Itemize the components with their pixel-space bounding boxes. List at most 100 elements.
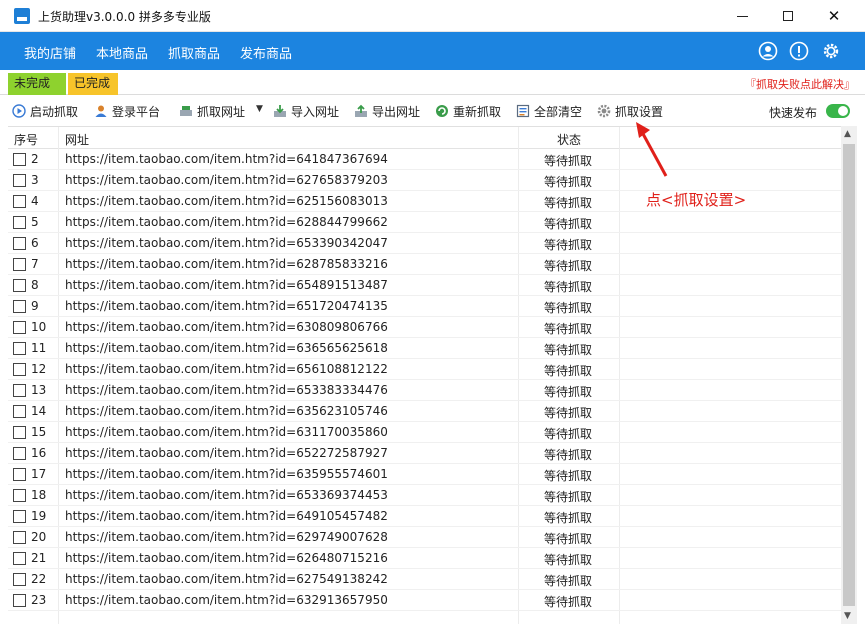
refetch-button[interactable]: 重新抓取: [435, 102, 501, 120]
menu-fetch-products[interactable]: 抓取商品: [168, 43, 220, 62]
fetch-url-dropdown-icon[interactable]: ▼: [256, 104, 263, 114]
table-row[interactable]: 12 https://item.taobao.com/item.htm?id=65…: [8, 359, 841, 380]
row-index: 7: [31, 257, 39, 271]
row-url: https://item.taobao.com/item.htm?id=6365…: [65, 341, 388, 355]
row-index: 10: [31, 320, 47, 334]
export-url-button[interactable]: 导出网址: [354, 102, 420, 120]
import-url-button[interactable]: 导入网址: [273, 102, 339, 120]
row-url: https://item.taobao.com/item.htm?id=6359…: [65, 467, 388, 481]
row-checkbox[interactable]: [13, 153, 26, 166]
row-url: https://item.taobao.com/item.htm?id=6275…: [65, 572, 388, 586]
login-platform-label: 登录平台: [112, 104, 161, 119]
row-index: 4: [31, 194, 39, 208]
close-button[interactable]: ✕: [811, 0, 857, 32]
table-row[interactable]: 15 https://item.taobao.com/item.htm?id=63…: [8, 422, 841, 443]
row-checkbox[interactable]: [13, 447, 26, 460]
table-row[interactable]: 10 https://item.taobao.com/item.htm?id=63…: [8, 317, 841, 338]
row-checkbox[interactable]: [13, 321, 26, 334]
row-checkbox[interactable]: [13, 363, 26, 376]
row-checkbox[interactable]: [13, 174, 26, 187]
row-checkbox[interactable]: [13, 531, 26, 544]
row-checkbox[interactable]: [13, 489, 26, 502]
header-index[interactable]: 序号: [14, 131, 38, 148]
gear-icon[interactable]: [821, 41, 841, 61]
maximize-icon: [783, 11, 793, 21]
table-row[interactable]: 13 https://item.taobao.com/item.htm?id=65…: [8, 380, 841, 401]
row-index: 8: [31, 278, 39, 292]
row-checkbox[interactable]: [13, 384, 26, 397]
table-row[interactable]: 17 https://item.taobao.com/item.htm?id=63…: [8, 464, 841, 485]
row-url: https://item.taobao.com/item.htm?id=6297…: [65, 530, 388, 544]
table-row[interactable]: 7 https://item.taobao.com/item.htm?id=628…: [8, 254, 841, 275]
row-checkbox[interactable]: [13, 573, 26, 586]
annotation-arrow-icon: [636, 122, 668, 177]
row-index: 15: [31, 425, 47, 439]
start-fetch-button[interactable]: 启动抓取: [12, 102, 78, 120]
table-row[interactable]: 16 https://item.taobao.com/item.htm?id=65…: [8, 443, 841, 464]
minimize-button[interactable]: [719, 0, 765, 32]
refresh-icon: [436, 105, 448, 117]
clear-all-button[interactable]: 全部清空: [516, 102, 582, 120]
row-checkbox[interactable]: [13, 279, 26, 292]
row-index: 21: [31, 551, 47, 565]
maximize-button[interactable]: [765, 0, 811, 32]
start-fetch-label: 启动抓取: [30, 104, 79, 119]
table-row[interactable]: 20 https://item.taobao.com/item.htm?id=62…: [8, 527, 841, 548]
row-status: 等待抓取: [544, 469, 593, 483]
vertical-scrollbar[interactable]: ▲ ▼: [841, 126, 857, 624]
row-checkbox[interactable]: [13, 426, 26, 439]
row-status: 等待抓取: [544, 238, 593, 252]
row-checkbox[interactable]: [13, 195, 26, 208]
table-header: 序号 网址 状态: [8, 127, 841, 149]
export-url-label: 导出网址: [372, 104, 421, 119]
row-url: https://item.taobao.com/item.htm?id=6533…: [65, 236, 388, 250]
row-url: https://item.taobao.com/item.htm?id=6356…: [65, 404, 388, 418]
settings-gear-icon: [597, 104, 611, 118]
tab-pending[interactable]: 未完成: [8, 73, 66, 95]
row-checkbox[interactable]: [13, 237, 26, 250]
row-status: 等待抓取: [544, 196, 593, 210]
row-url: https://item.taobao.com/item.htm?id=6288…: [65, 215, 388, 229]
scroll-down-icon[interactable]: ▼: [844, 611, 851, 621]
row-index: 5: [31, 215, 39, 229]
row-checkbox[interactable]: [13, 552, 26, 565]
table-row[interactable]: 3 https://item.taobao.com/item.htm?id=627…: [8, 170, 841, 191]
scroll-thumb[interactable]: [843, 144, 855, 606]
fetch-url-button[interactable]: 抓取网址: [179, 102, 245, 120]
table-row[interactable]: 8 https://item.taobao.com/item.htm?id=654…: [8, 275, 841, 296]
table-row[interactable]: 14 https://item.taobao.com/item.htm?id=63…: [8, 401, 841, 422]
table-row[interactable]: 18 https://item.taobao.com/item.htm?id=65…: [8, 485, 841, 506]
table-row[interactable]: 2 https://item.taobao.com/item.htm?id=641…: [8, 149, 841, 170]
table-row[interactable]: 22 https://item.taobao.com/item.htm?id=62…: [8, 569, 841, 590]
row-checkbox[interactable]: [13, 405, 26, 418]
row-checkbox[interactable]: [13, 258, 26, 271]
row-checkbox[interactable]: [13, 510, 26, 523]
row-index: 16: [31, 446, 47, 460]
menu-publish-products[interactable]: 发布商品: [240, 43, 292, 62]
row-checkbox[interactable]: [13, 594, 26, 607]
menu-local-products[interactable]: 本地商品: [96, 43, 148, 62]
table-row[interactable]: 6 https://item.taobao.com/item.htm?id=653…: [8, 233, 841, 254]
header-status[interactable]: 状态: [557, 131, 581, 148]
fast-publish-toggle[interactable]: [826, 104, 850, 118]
row-status: 等待抓取: [544, 511, 593, 525]
scroll-up-icon[interactable]: ▲: [844, 129, 851, 139]
user-icon[interactable]: [758, 41, 778, 61]
table-row[interactable]: 23 https://item.taobao.com/item.htm?id=63…: [8, 590, 841, 611]
row-url: https://item.taobao.com/item.htm?id=6522…: [65, 446, 388, 460]
fetch-fail-help-link[interactable]: 『抓取失败点此解决』: [745, 76, 855, 92]
table-row[interactable]: 21 https://item.taobao.com/item.htm?id=62…: [8, 548, 841, 569]
info-icon[interactable]: [789, 41, 809, 61]
tab-done[interactable]: 已完成: [68, 73, 118, 95]
table-row[interactable]: 11 https://item.taobao.com/item.htm?id=63…: [8, 338, 841, 359]
row-checkbox[interactable]: [13, 216, 26, 229]
table-row[interactable]: 19 https://item.taobao.com/item.htm?id=64…: [8, 506, 841, 527]
row-checkbox[interactable]: [13, 300, 26, 313]
table-row[interactable]: 9 https://item.taobao.com/item.htm?id=651…: [8, 296, 841, 317]
header-url[interactable]: 网址: [65, 131, 89, 148]
login-platform-button[interactable]: 登录平台: [94, 102, 160, 120]
row-checkbox[interactable]: [13, 342, 26, 355]
table-row[interactable]: 5 https://item.taobao.com/item.htm?id=628…: [8, 212, 841, 233]
menu-my-shop[interactable]: 我的店铺: [24, 43, 76, 62]
row-checkbox[interactable]: [13, 468, 26, 481]
